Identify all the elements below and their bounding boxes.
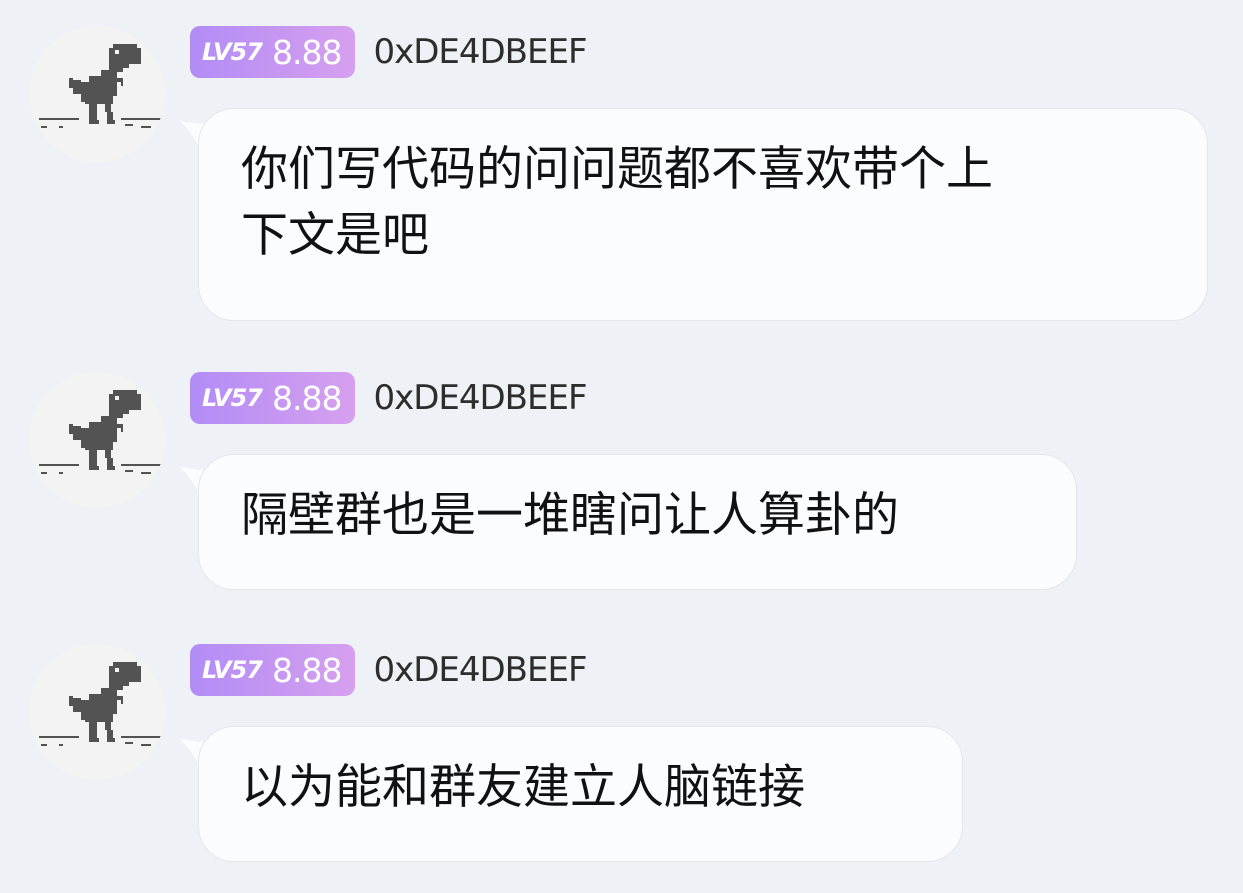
dinosaur-icon — [39, 662, 161, 746]
level-badge[interactable]: LV57 8.88 — [190, 26, 356, 78]
username[interactable]: 0xDE4DBEEF — [373, 378, 587, 418]
username[interactable]: 0xDE4DBEEF — [373, 32, 587, 72]
message-bubble[interactable]: 隔壁群也是一堆瞎问让人算卦的 — [198, 454, 1077, 590]
message-bubble[interactable]: 你们写代码的问问题都不喜欢带个上 下文是吧 — [198, 108, 1208, 321]
message-header: LV57 8.88 0xDE4DBEEF — [190, 644, 588, 696]
message-text-line: 以为能和群友建立人脑链接 — [241, 760, 805, 815]
message-text-line: 隔壁群也是一堆瞎问让人算卦的 — [241, 488, 899, 543]
message-header: LV57 8.88 0xDE4DBEEF — [190, 372, 588, 424]
score-label: 8.88 — [271, 32, 342, 72]
level-badge[interactable]: LV57 8.88 — [190, 372, 356, 424]
avatar[interactable] — [29, 644, 165, 780]
username[interactable]: 0xDE4DBEEF — [373, 650, 587, 690]
message-text-line: 你们写代码的问问题都不喜欢带个上 — [241, 142, 993, 197]
level-label: LV57 — [202, 656, 263, 684]
score-label: 8.88 — [271, 378, 342, 418]
level-badge[interactable]: LV57 8.88 — [190, 644, 356, 696]
level-label: LV57 — [202, 38, 263, 66]
avatar[interactable] — [29, 26, 165, 162]
score-label: 8.88 — [271, 650, 342, 690]
avatar[interactable] — [29, 372, 165, 508]
message-bubble[interactable]: 以为能和群友建立人脑链接 — [198, 726, 963, 862]
message-text-line: 下文是吧 — [241, 208, 429, 263]
message-header: LV57 8.88 0xDE4DBEEF — [190, 26, 588, 78]
dinosaur-icon — [39, 44, 161, 128]
dinosaur-icon — [39, 390, 161, 474]
level-label: LV57 — [202, 384, 263, 412]
